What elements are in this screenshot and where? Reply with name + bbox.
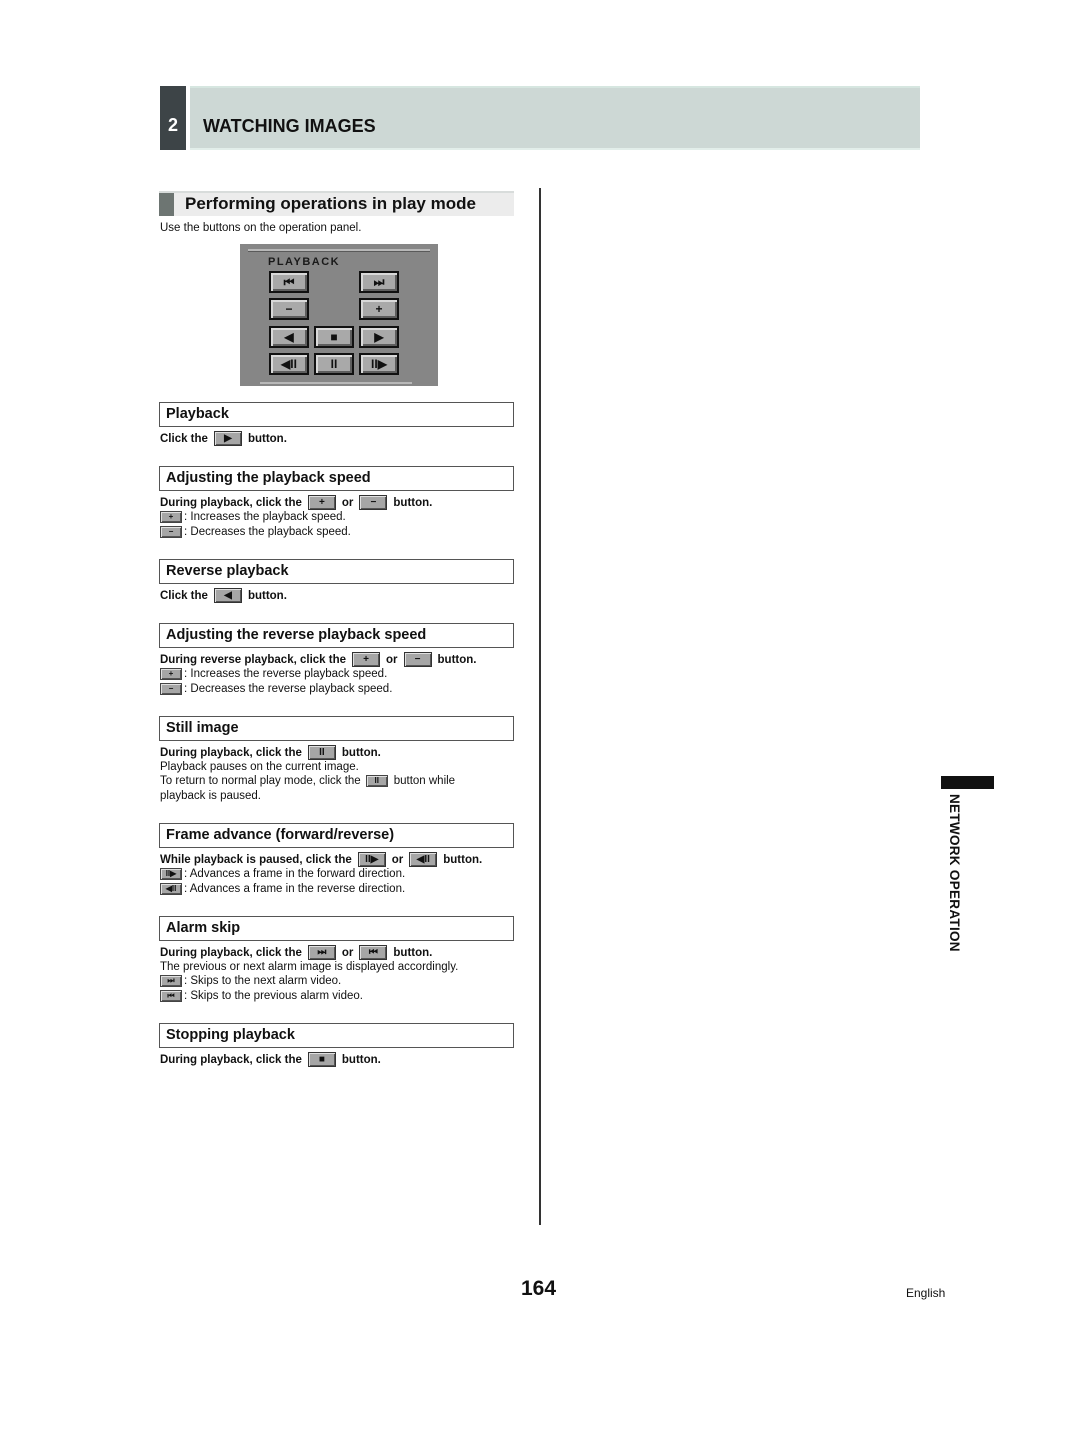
subsection-title: Adjusting the reverse playback speed (166, 627, 427, 643)
subsection-title: Still image (166, 720, 239, 736)
instruction-line: Click the ◀ button. (160, 588, 287, 603)
plus-icon: + (160, 511, 182, 523)
section-intro: Use the buttons on the operation panel. (160, 222, 362, 234)
subsection-stopping-playback: Stopping playback (159, 1023, 514, 1048)
body-line: The previous or next alarm image is disp… (160, 961, 459, 973)
note-line: ◀II : Advances a frame in the reverse di… (160, 882, 405, 896)
frame-reverse-icon: ◀II (160, 883, 182, 895)
note-line: − : Decreases the reverse playback speed… (160, 682, 392, 696)
subsection-playback: Playback (159, 402, 514, 427)
speed-minus-button[interactable]: − (269, 298, 309, 320)
note-line: − : Decreases the playback speed. (160, 525, 351, 539)
frame-reverse-icon: ◀II (409, 852, 438, 867)
instruction-line: During playback, click the II button. (160, 745, 381, 760)
pause-icon: II (307, 745, 336, 760)
minus-icon: − (403, 652, 432, 667)
language-label: English (906, 1286, 946, 1300)
frame-forward-button[interactable]: II▶ (359, 353, 399, 375)
note-line: + : Increases the playback speed. (160, 510, 346, 524)
plus-icon: + (307, 495, 336, 510)
instruction-line: Click the ▶ button. (160, 431, 287, 446)
subsection-reverse-playback: Reverse playback (159, 559, 514, 584)
subsection-playback-speed: Adjusting the playback speed (159, 466, 514, 491)
subsection-still-image: Still image (159, 716, 514, 741)
instruction-line: During playback, click the ⏭ or ⏮ button… (160, 945, 433, 960)
prev-alarm-icon: ⏮ (359, 945, 388, 960)
section-title: Performing operations in play mode (185, 194, 476, 213)
pause-icon: II (365, 775, 388, 787)
subsection-alarm-skip: Alarm skip (159, 916, 514, 941)
pause-button[interactable]: II (314, 353, 354, 375)
subsection-title: Adjusting the playback speed (166, 470, 371, 486)
playback-panel: PLAYBACK ⏮ ⏭ − + ◀ ■ ▶ ◀II II II▶ (240, 244, 438, 386)
body-line: To return to normal play mode, click the… (160, 775, 456, 787)
play-button[interactable]: ▶ (359, 326, 399, 348)
subsection-frame-advance: Frame advance (forward/reverse) (159, 823, 514, 848)
speed-plus-button[interactable]: + (359, 298, 399, 320)
side-tab-label: NETWORK OPERATION (947, 794, 962, 952)
next-alarm-icon: ⏭ (307, 945, 336, 960)
subsection-title: Alarm skip (166, 920, 241, 936)
body-line: playback is paused. (160, 790, 262, 802)
stop-button[interactable]: ■ (314, 326, 354, 348)
instruction-line: During playback, click the ■ button. (160, 1052, 381, 1067)
body-line: Playback pauses on the current image. (160, 761, 359, 773)
instruction-line: While playback is paused, click the II▶ … (160, 852, 483, 867)
plus-icon: + (160, 668, 182, 680)
frame-forward-icon: II▶ (357, 852, 386, 867)
frame-forward-icon: II▶ (160, 868, 182, 880)
minus-icon: − (160, 526, 182, 538)
subsection-title: Reverse playback (166, 563, 289, 579)
minus-icon: − (160, 683, 182, 695)
note-line: ⏭ : Skips to the next alarm video. (160, 974, 341, 988)
column-divider (539, 188, 541, 1225)
subsection-title: Playback (166, 406, 229, 422)
chapter-number: 2 (160, 86, 186, 150)
subsection-title: Frame advance (forward/reverse) (166, 827, 395, 843)
play-icon: ▶ (213, 431, 242, 446)
panel-label: PLAYBACK (268, 256, 341, 268)
next-alarm-button[interactable]: ⏭ (359, 271, 399, 293)
subsection-title: Stopping playback (166, 1027, 295, 1043)
side-tab-marker (941, 776, 994, 789)
frame-reverse-button[interactable]: ◀II (269, 353, 309, 375)
instruction-line: During playback, click the + or − button… (160, 495, 433, 510)
plus-icon: + (352, 652, 381, 667)
section-marker (159, 193, 174, 216)
reverse-play-button[interactable]: ◀ (269, 326, 309, 348)
stop-icon: ■ (307, 1052, 336, 1067)
reverse-icon: ◀ (213, 588, 242, 603)
prev-alarm-button[interactable]: ⏮ (269, 271, 309, 293)
subsection-reverse-speed: Adjusting the reverse playback speed (159, 623, 514, 648)
instruction-line: During reverse playback, click the + or … (160, 652, 477, 667)
panel-rule-top (248, 249, 430, 252)
note-line: ⏮ : Skips to the previous alarm video. (160, 989, 363, 1003)
prev-alarm-icon: ⏮ (160, 990, 182, 1002)
panel-rule-bottom (260, 382, 412, 384)
minus-icon: − (359, 495, 388, 510)
note-line: II▶ : Advances a frame in the forward di… (160, 867, 405, 881)
next-alarm-icon: ⏭ (160, 975, 182, 987)
chapter-title: WATCHING IMAGES (203, 116, 376, 136)
page-number: 164 (521, 1277, 557, 1300)
note-line: + : Increases the reverse playback speed… (160, 667, 387, 681)
section-title-bar: Performing operations in play mode (159, 191, 514, 216)
